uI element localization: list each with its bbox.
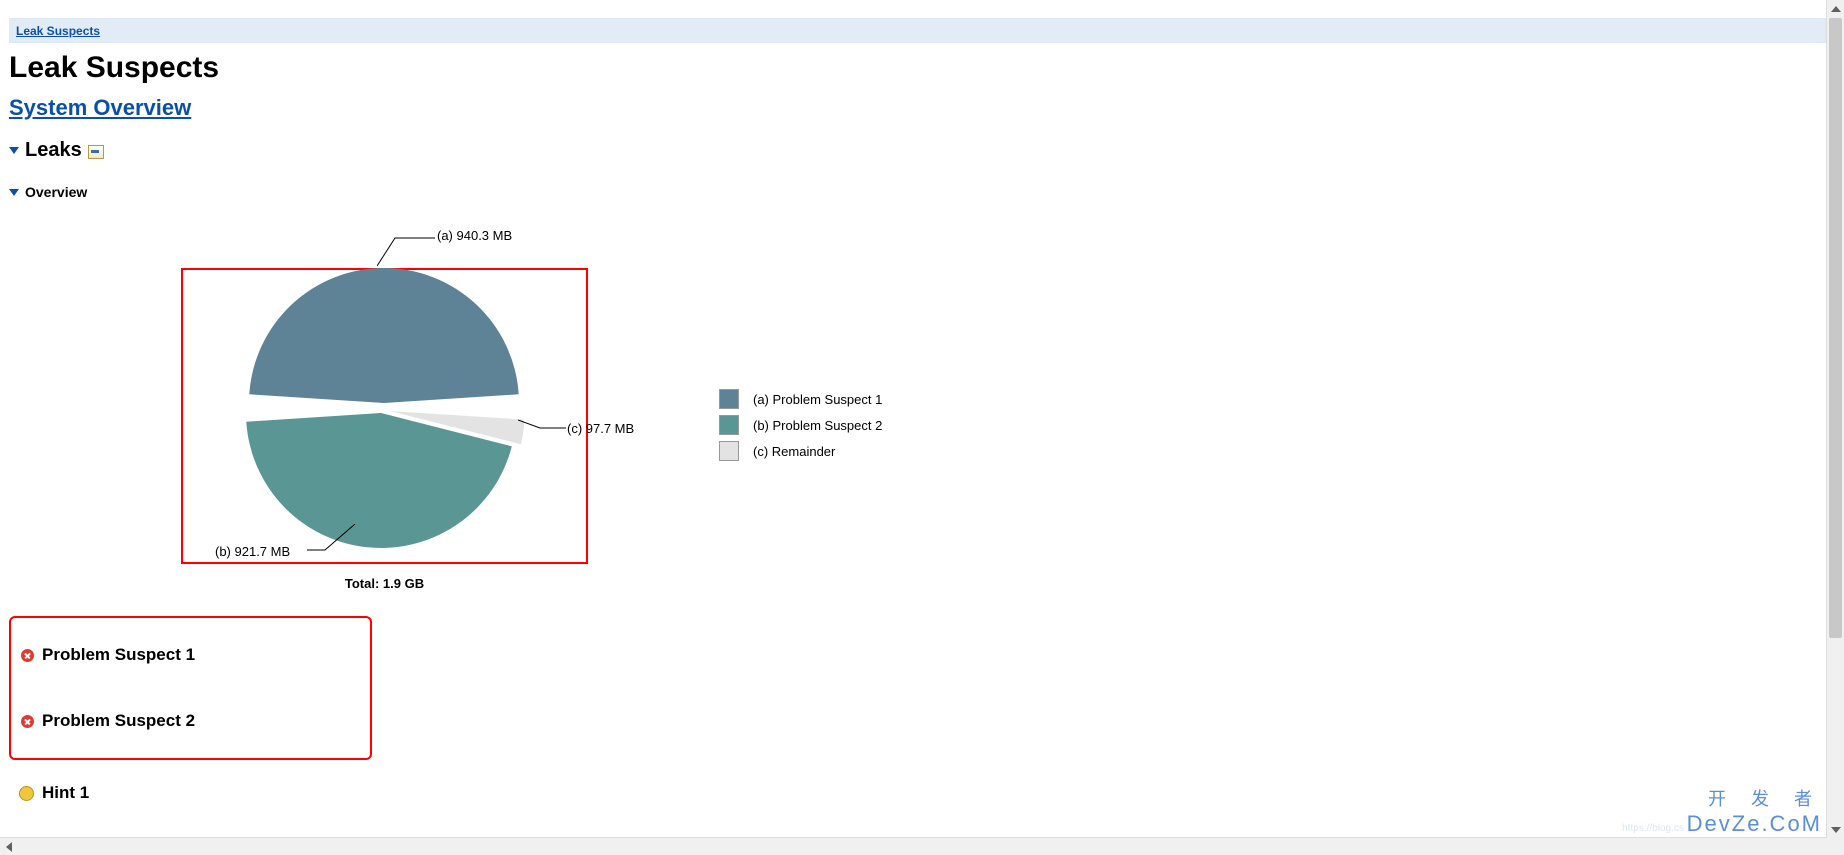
suspect-label: Problem Suspect 2 [42, 711, 195, 731]
chart-legend: (a) Problem Suspect 1 (b) Problem Suspec… [719, 383, 882, 467]
pie-chart [244, 268, 524, 548]
legend-label-a: (a) Problem Suspect 1 [753, 392, 882, 407]
chevron-up-icon [1831, 6, 1841, 12]
page-title: Leak Suspects [9, 51, 1826, 85]
scroll-thumb[interactable] [1829, 18, 1842, 638]
hint-label: Hint 1 [42, 783, 89, 803]
legend-item-c: (c) Remainder [719, 441, 882, 461]
system-overview-link[interactable]: System Overview [9, 95, 191, 120]
slice-b [246, 413, 512, 548]
hint-1[interactable]: Hint 1 [11, 760, 1826, 826]
callout-c: (c) 97.7 MB [567, 421, 634, 436]
chevron-down-icon [1831, 827, 1841, 833]
problem-suspect-1[interactable]: Problem Suspect 1 [13, 622, 364, 688]
legend-label-b: (b) Problem Suspect 2 [753, 418, 882, 433]
breadcrumb: Leak Suspects [9, 18, 1826, 43]
report-icon [88, 145, 104, 159]
error-icon [21, 649, 34, 662]
section-overview[interactable]: Overview [9, 184, 1826, 200]
scrollbar-corner [1827, 838, 1844, 855]
content-pane: Leak Suspects Leak Suspects System Overv… [9, 18, 1826, 855]
breadcrumb-link[interactable]: Leak Suspects [16, 24, 100, 38]
section-leaks[interactable]: Leaks [9, 139, 1826, 162]
chart-total: Total: 1.9 GB [181, 576, 588, 591]
callout-b: (b) 921.7 MB [215, 544, 290, 559]
leader-line-c [518, 418, 568, 438]
callout-a: (a) 940.3 MB [437, 228, 512, 243]
horizontal-scrollbar[interactable] [0, 837, 1827, 855]
slice-a [249, 268, 518, 403]
leader-line-a [377, 236, 437, 272]
legend-item-b: (b) Problem Suspect 2 [719, 415, 882, 435]
overview-heading: Overview [25, 184, 87, 200]
suspect-label: Problem Suspect 1 [42, 645, 195, 665]
scroll-left-button[interactable] [0, 838, 17, 855]
chevron-left-icon [6, 842, 12, 852]
error-icon [21, 715, 34, 728]
pie-chart-area: (a) 940.3 MB (c) 97.7 MB (b) 921.7 MB [19, 228, 1826, 588]
suspects-highlight-box: Problem Suspect 1 Problem Suspect 2 [9, 616, 372, 760]
swatch-a [719, 389, 739, 409]
legend-item-a: (a) Problem Suspect 1 [719, 389, 882, 409]
scroll-up-button[interactable] [1827, 0, 1844, 17]
swatch-b [719, 415, 739, 435]
scroll-down-button[interactable] [1827, 821, 1844, 838]
leader-line-b [307, 524, 357, 556]
chevron-down-icon [9, 189, 19, 196]
warning-icon [19, 786, 34, 801]
problem-suspect-2[interactable]: Problem Suspect 2 [13, 688, 364, 754]
vertical-scrollbar[interactable] [1826, 0, 1844, 855]
chevron-down-icon [9, 147, 19, 154]
swatch-c [719, 441, 739, 461]
leaks-heading: Leaks [25, 139, 82, 162]
legend-label-c: (c) Remainder [753, 444, 835, 459]
